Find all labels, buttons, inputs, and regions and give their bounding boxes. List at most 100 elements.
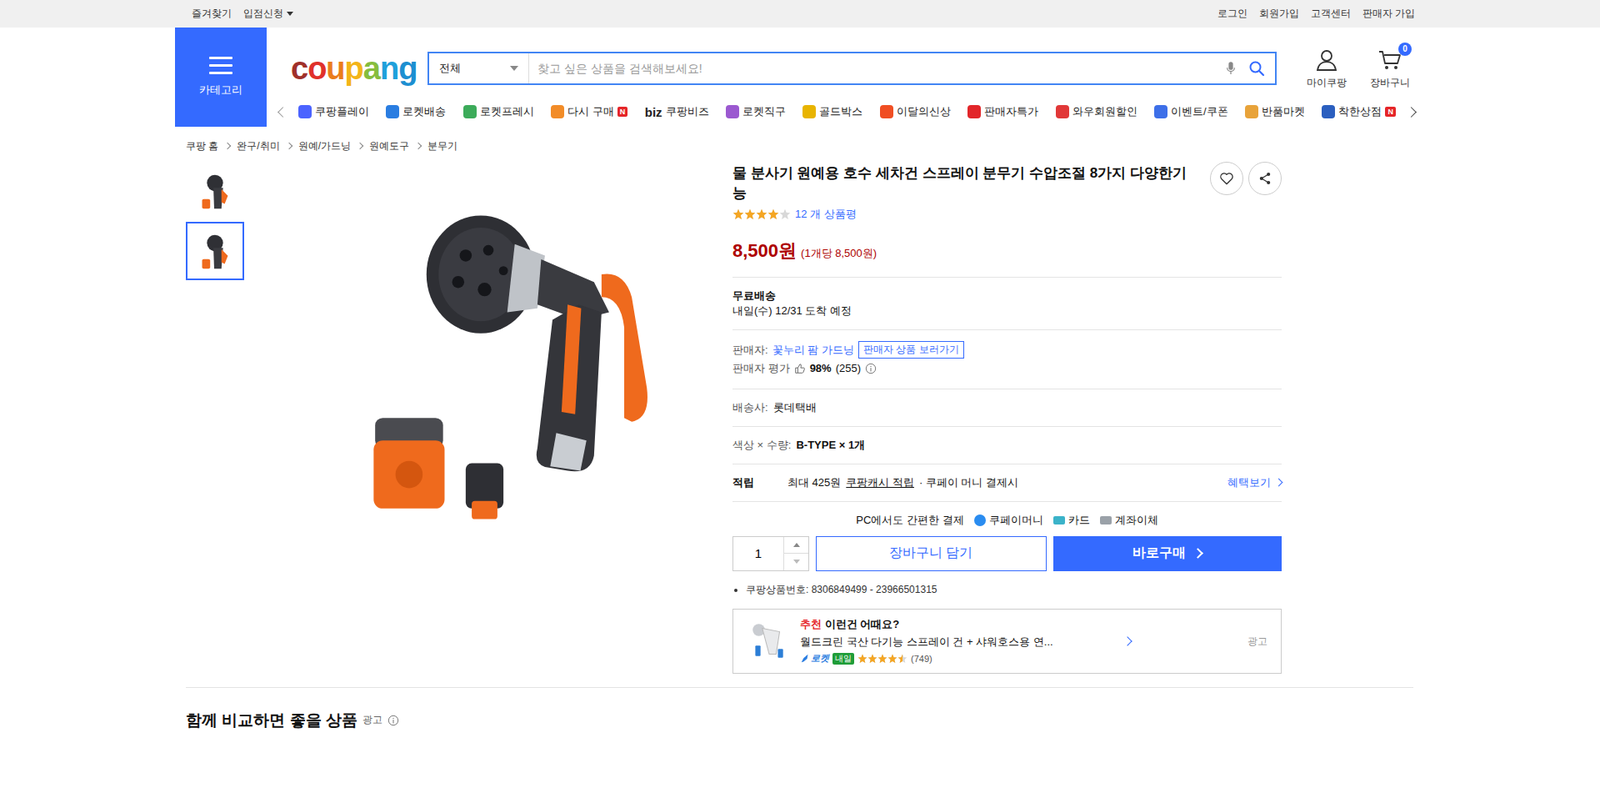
cart-button[interactable]: 장바구니0 (1370, 47, 1410, 90)
search-input[interactable] (529, 61, 1225, 75)
star-icon (887, 653, 898, 664)
breadcrumb-item[interactable]: 분무기 (427, 139, 458, 154)
logo[interactable]: coupang (279, 52, 428, 85)
product-title: 물 분사기 원예용 호수 세차건 스프레이 분무기 수압조절 8가지 다양한기능 (732, 163, 1200, 204)
star-icon (744, 208, 756, 220)
nav-item[interactable]: 이달의신상 (880, 104, 951, 120)
product-section: 물 분사기 원예용 호수 세차건 스프레이 분무기 수압조절 8가지 다양한기능… (185, 158, 1414, 674)
my-coupang-button[interactable]: 마이쿠팡 (1306, 47, 1347, 90)
rocket-icon (800, 653, 810, 664)
top-bar-link[interactable]: 고객센터 (1310, 6, 1351, 21)
recommendation-card[interactable]: 추천 이런건 어때요?월드크린 국산 다기능 스프레이 건 + 샤워호스용 연.… (732, 608, 1282, 674)
new-badge: N (1385, 106, 1396, 117)
service-icon (1154, 105, 1168, 119)
star-icon (867, 653, 878, 664)
nav-item[interactable]: biz쿠팡비즈 (645, 104, 710, 120)
top-bar: 즐겨찾기 입점신청 로그인 회원가입 고객센터 판매자 가입 (0, 0, 1600, 28)
reward-info: 적립최대 425원쿠팡캐시 적립· 쿠페이 머니 결제시혜택보기 (732, 464, 1282, 502)
nav-item[interactable]: 와우회원할인 (1055, 104, 1138, 120)
add-to-cart-button[interactable]: 장바구니 담기 (815, 535, 1047, 571)
service-nav: 쿠팡플레이 로켓배송 로켓프레시 다시 구매N biz쿠팡비즈 로켓직구 골드박스 이달의신상… (279, 99, 1425, 125)
payment-method: 쿠페이머니 (974, 512, 1044, 528)
chevron-icon (356, 142, 364, 150)
breadcrumb: 쿠팡 홈 완구/취미 원예/가드닝 원예도구 분무기 (185, 126, 1414, 159)
nav-item[interactable]: 로켓직구 (725, 104, 786, 120)
page: 즐겨찾기 입점신청 로그인 회원가입 고객센터 판매자 가입카테고리 coupang전체 마이… (0, 0, 1600, 788)
top-bar-link[interactable]: 회원가입 (1259, 6, 1300, 21)
caret-icon (510, 65, 519, 71)
seller-link[interactable]: 꽃누리 팜 가드닝 (772, 342, 855, 358)
nav-item[interactable]: 로켓배송 (385, 104, 446, 120)
info-icon[interactable] (865, 362, 877, 375)
service-icon (550, 105, 565, 119)
nav-item[interactable]: 다시 구매N (550, 104, 628, 120)
chevron-icon (415, 142, 422, 150)
chevron-icon (285, 142, 292, 150)
wishlist-button[interactable] (1210, 161, 1244, 195)
nav-item[interactable]: 골드박스 (802, 104, 863, 120)
star-icon (897, 653, 908, 664)
top-bar-link[interactable]: 입점신청 (243, 6, 294, 21)
spray-gun-photo (352, 186, 753, 604)
breadcrumb-item[interactable]: 쿠팡 홈 (185, 139, 219, 154)
microphone-icon[interactable] (1225, 60, 1237, 76)
caret-icon (286, 11, 294, 16)
rating-stars (732, 208, 791, 220)
heart-icon (1218, 170, 1235, 187)
info-icon[interactable] (387, 714, 400, 726)
top-bar-link[interactable]: 즐겨찾기 (191, 6, 232, 21)
seller-info: 판매자:꽃누리 팜 가드닝판매자 상품 보러가기판매자 평가98%(255) (732, 330, 1282, 390)
product-info: 물 분사기 원예용 호수 세차건 스프레이 분무기 수압조절 8가지 다양한기능… (732, 161, 1282, 674)
nav-next-icon[interactable] (1405, 106, 1417, 118)
top-bar-link[interactable]: 판매자 가입 (1362, 6, 1415, 21)
user-icon (1314, 47, 1340, 73)
chevron-icon (1192, 547, 1204, 559)
nav-prev-icon[interactable] (277, 106, 289, 118)
category-button[interactable]: 카테고리 (175, 27, 267, 127)
breadcrumb-item[interactable]: 원예/가드닝 (298, 139, 351, 154)
thumbs-up-icon (794, 362, 806, 375)
cart-count-badge: 0 (1398, 42, 1412, 56)
chevron-icon (224, 142, 231, 150)
coupang-cash-link[interactable]: 쿠팡캐시 적립 (845, 475, 915, 490)
share-button[interactable] (1248, 161, 1282, 195)
payment-icon (1053, 515, 1065, 525)
search-scope-select[interactable]: 전체 (429, 53, 530, 84)
payment-methods: PC에서도 간편한 결제 쿠페이머니 카드 계좌이체 (732, 501, 1282, 536)
star-icon (732, 208, 745, 220)
chevron-icon (1275, 478, 1284, 487)
quantity-up-button[interactable] (784, 536, 809, 554)
thumbnail[interactable] (185, 221, 245, 280)
top-bar-link[interactable]: 로그인 (1217, 6, 1248, 21)
thumbnail[interactable] (185, 161, 245, 220)
buy-now-button[interactable]: 바로구매 (1053, 535, 1283, 571)
product-thumbnail-image (190, 226, 240, 275)
quantity-stepper (732, 535, 810, 571)
service-icon (385, 105, 400, 119)
breadcrumb-item[interactable]: 완구/취미 (236, 139, 280, 154)
service-icon (1245, 105, 1259, 119)
quantity-down-button[interactable] (784, 552, 809, 570)
service-icon (1321, 105, 1335, 119)
nav-item[interactable]: 로켓프레시 (463, 104, 535, 120)
seller-products-button[interactable]: 판매자 상품 보러가기 (858, 340, 965, 359)
star-icon (857, 653, 868, 664)
breadcrumb-item[interactable]: 원예도구 (369, 139, 410, 154)
nav-item[interactable]: 착한상점N (1321, 104, 1396, 120)
service-icon (298, 105, 312, 119)
nav-item[interactable]: 이벤트/쿠폰 (1154, 104, 1229, 120)
review-count-link[interactable]: 12 개 상품평 (795, 206, 857, 222)
nav-item[interactable]: 판매자특가 (967, 104, 1039, 120)
compare-section-header: 함께 비교하면 좋을 상품광고 (185, 686, 1414, 731)
star-icon (779, 208, 791, 220)
search-icon[interactable] (1248, 60, 1265, 77)
quantity-input[interactable] (733, 536, 784, 570)
benefits-link[interactable]: 혜택보기 (1227, 475, 1282, 490)
nav-item[interactable]: 반품마켓 (1245, 104, 1305, 120)
payment-method: 계좌이체 (1100, 512, 1159, 528)
nav-item[interactable]: 쿠팡플레이 (298, 104, 370, 120)
purchase-controls: 장바구니 담기바로구매 (732, 535, 1282, 571)
product-thumbnail-image (190, 166, 240, 215)
product-image (252, 161, 753, 629)
rating-stars (857, 653, 908, 664)
